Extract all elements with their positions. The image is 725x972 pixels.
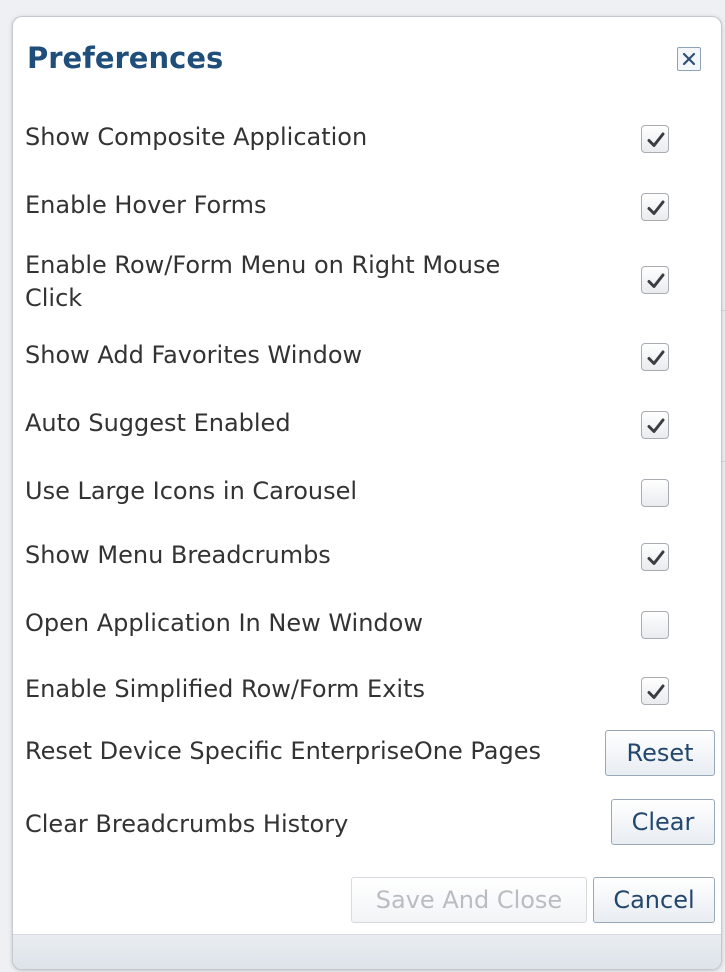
preference-row: Show Add Favorites Window	[25, 339, 721, 372]
preference-label: Show Composite Application	[25, 123, 368, 151]
checkmark-icon	[647, 200, 665, 215]
preference-label: Auto Suggest Enabled	[25, 409, 291, 437]
preference-label: Show Add Favorites Window	[25, 341, 363, 369]
checkmark-icon	[647, 418, 665, 433]
preference-checkbox[interactable]	[641, 542, 669, 571]
preference-row: Enable Hover Forms	[25, 189, 721, 222]
preference-row: Enable Simplified Row/Form Exits	[25, 673, 721, 706]
close-button[interactable]	[677, 47, 701, 71]
preference-label: Enable Hover Forms	[25, 191, 267, 219]
clear-button[interactable]: Clear	[611, 799, 715, 845]
preference-checkbox[interactable]	[641, 478, 669, 507]
preference-checkbox[interactable]	[641, 266, 669, 294]
preference-row: Show Composite Application	[25, 121, 721, 154]
preference-row: Show Menu Breadcrumbs	[25, 539, 721, 572]
preference-label: Enable Row/Form Menu on Right Mouse Clic…	[25, 251, 501, 312]
checkmark-icon	[647, 550, 665, 565]
reset-label: Reset Device Specific EnterpriseOne Page…	[25, 737, 541, 765]
dialog-footer	[13, 934, 721, 969]
dialog-title: Preferences	[27, 41, 224, 75]
preferences-dialog: Preferences Show Composite Application En…	[12, 16, 722, 970]
preference-row: Open Application In New Window	[25, 607, 721, 640]
checkmark-icon	[647, 684, 665, 699]
close-icon	[682, 52, 696, 66]
preference-row: Use Large Icons in Carousel	[25, 475, 721, 508]
preference-label: Enable Simplified Row/Form Exits	[25, 675, 426, 703]
preference-label: Show Menu Breadcrumbs	[25, 541, 331, 569]
preference-checkbox[interactable]	[641, 676, 669, 705]
clear-label: Clear Breadcrumbs History	[25, 810, 349, 838]
preference-label: Use Large Icons in Carousel	[25, 477, 358, 505]
preference-row: Auto Suggest Enabled	[25, 407, 721, 440]
preference-checkbox[interactable]	[641, 410, 669, 439]
checkmark-icon	[647, 273, 665, 288]
cancel-button[interactable]: Cancel	[593, 877, 715, 923]
preference-checkbox[interactable]	[641, 124, 669, 153]
save-and-close-button[interactable]: Save And Close	[351, 877, 587, 923]
preference-label: Open Application In New Window	[25, 609, 423, 637]
preference-checkbox[interactable]	[641, 192, 669, 221]
reset-button[interactable]: Reset	[605, 730, 715, 776]
preference-checkbox[interactable]	[641, 610, 669, 639]
preference-row: Enable Row/Form Menu on Right Mouse Clic…	[25, 249, 721, 315]
checkmark-icon	[647, 350, 665, 365]
preference-checkbox[interactable]	[641, 342, 669, 371]
checkmark-icon	[647, 132, 665, 147]
